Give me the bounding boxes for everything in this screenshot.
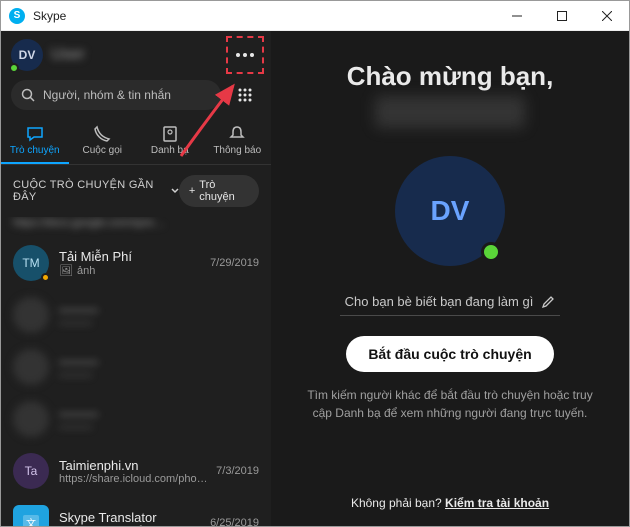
welcome-panel: Chào mừng bạn, DV Cho bạn bè biết bạn đa… (271, 31, 629, 526)
chat-sub: Hoặc, bạn có thể trò chuyện… (59, 525, 200, 527)
recent-chats-header: CUỘC TRÒ CHUYỆN GẦN ĐÂY + Trò chuyện (1, 165, 271, 217)
presence-away-icon (41, 273, 50, 282)
chat-title: Taimienphi.vn (59, 458, 206, 473)
status-placeholder: Cho bạn bè biết bạn đang làm gì (345, 294, 534, 309)
footer-question: Không phải bạn? (351, 496, 442, 510)
welcome-footer: Không phải bạn? Kiểm tra tài khoản (351, 480, 549, 510)
more-menu-button[interactable] (229, 39, 261, 71)
phone-icon (93, 125, 111, 143)
chat-timestamp: 6/25/2019 (210, 517, 259, 526)
translator-icon: 文 (21, 513, 41, 526)
skype-logo-icon: S (9, 8, 25, 24)
chat-sub: 🖼ảnh (59, 264, 200, 277)
chat-avatar: 文 (13, 505, 49, 526)
chat-item[interactable]: TM Tải Miễn Phí 🖼ảnh 7/29/2019 (1, 237, 271, 289)
maximize-icon (557, 11, 567, 21)
bell-icon (228, 125, 246, 143)
chat-sub: ——— (59, 369, 259, 381)
close-button[interactable] (584, 1, 629, 31)
chat-item[interactable]: 文 Skype Translator Hoặc, bạn có thể trò … (1, 497, 271, 526)
chat-avatar: TM (13, 245, 49, 281)
chat-timestamp: 7/3/2019 (216, 465, 259, 477)
titlebar: S Skype (1, 1, 629, 31)
minimize-icon (512, 11, 522, 21)
chat-sub: ——— (59, 317, 259, 329)
contacts-icon (161, 125, 179, 143)
profile-avatar[interactable]: DV (11, 39, 43, 71)
nav-tabs: Trò chuyện Cuộc gọi Danh bạ Thông báo (1, 119, 271, 165)
chat-avatar (13, 349, 49, 385)
presence-online-icon (9, 63, 19, 73)
tab-contacts[interactable]: Danh bạ (136, 123, 204, 164)
check-account-link[interactable]: Kiểm tra tài khoản (445, 496, 549, 510)
chat-timestamp: 7/29/2019 (210, 257, 259, 269)
new-chat-button[interactable]: + Trò chuyện (179, 175, 259, 207)
tab-calls[interactable]: Cuộc gọi (69, 123, 137, 164)
dialpad-button[interactable] (229, 79, 261, 111)
search-placeholder: Người, nhóm & tin nhắn (43, 88, 171, 102)
tab-calls-label: Cuộc gọi (83, 145, 122, 156)
presence-online-icon (481, 242, 501, 262)
sidebar: DV User (1, 31, 271, 526)
plus-icon: + (189, 185, 195, 197)
window-title: Skype (33, 9, 494, 23)
chat-item[interactable]: —————— (1, 341, 271, 393)
pencil-icon (541, 295, 555, 309)
more-horizontal-icon (236, 53, 254, 57)
chat-title: ——— (59, 302, 259, 317)
search-icon (21, 88, 35, 102)
status-input[interactable]: Cho bạn bè biết bạn đang làm gì (340, 294, 560, 315)
tab-notifications-label: Thông báo (213, 145, 261, 156)
chat-item[interactable]: https://docs.google.com/spre… (1, 217, 271, 237)
app-window: S Skype DV User (0, 0, 630, 527)
chat-item[interactable]: —————— (1, 393, 271, 445)
profile-initials: DV (19, 48, 36, 62)
chat-avatar (13, 401, 49, 437)
tab-chat[interactable]: Trò chuyện (1, 123, 69, 164)
chat-title: ——— (59, 354, 259, 369)
tab-notifications[interactable]: Thông báo (204, 123, 272, 164)
new-chat-label: Trò chuyện (199, 179, 249, 203)
status-underline (340, 315, 560, 316)
welcome-name-blurred (375, 96, 525, 128)
dialpad-icon (237, 87, 253, 103)
chat-title: ——— (59, 406, 259, 421)
minimize-button[interactable] (494, 1, 539, 31)
svg-text:文: 文 (26, 517, 36, 526)
welcome-helper-text: Tìm kiếm người khác để bắt đầu trò chuyệ… (300, 386, 600, 422)
recent-chats-title[interactable]: CUỘC TRÒ CHUYỆN GẦN ĐÂY (13, 179, 179, 203)
profile-name-blurred: User (51, 46, 221, 64)
chat-avatar (13, 297, 49, 333)
chat-sub: https://share.icloud.com/pho… (59, 473, 206, 485)
chevron-down-icon (171, 187, 178, 195)
maximize-button[interactable] (539, 1, 584, 31)
close-icon (602, 11, 612, 21)
chat-title: Tải Miễn Phí (59, 249, 200, 264)
profile-row: DV User (1, 31, 271, 79)
tab-contacts-label: Danh bạ (151, 145, 189, 156)
chat-title: Skype Translator (59, 510, 200, 525)
chat-icon (26, 125, 44, 143)
chat-item[interactable]: —————— (1, 289, 271, 341)
chat-sub: ——— (59, 421, 259, 433)
start-chat-button[interactable]: Bắt đầu cuộc trò chuyện (346, 336, 553, 372)
chat-avatar: Ta (13, 453, 49, 489)
chat-list[interactable]: https://docs.google.com/spre… TM Tải Miễ… (1, 217, 271, 526)
tab-chat-label: Trò chuyện (10, 145, 60, 156)
app-body: DV User (1, 31, 629, 526)
welcome-greeting: Chào mừng bạn, (347, 61, 554, 92)
photo-icon: 🖼 (59, 264, 73, 277)
chat-sub: https://docs.google.com/spre… (13, 217, 259, 229)
search-row: Người, nhóm & tin nhắn (1, 79, 271, 119)
search-input[interactable]: Người, nhóm & tin nhắn (11, 80, 221, 110)
profile-avatar-large[interactable]: DV (395, 156, 505, 266)
chat-item[interactable]: Ta Taimienphi.vn https://share.icloud.co… (1, 445, 271, 497)
